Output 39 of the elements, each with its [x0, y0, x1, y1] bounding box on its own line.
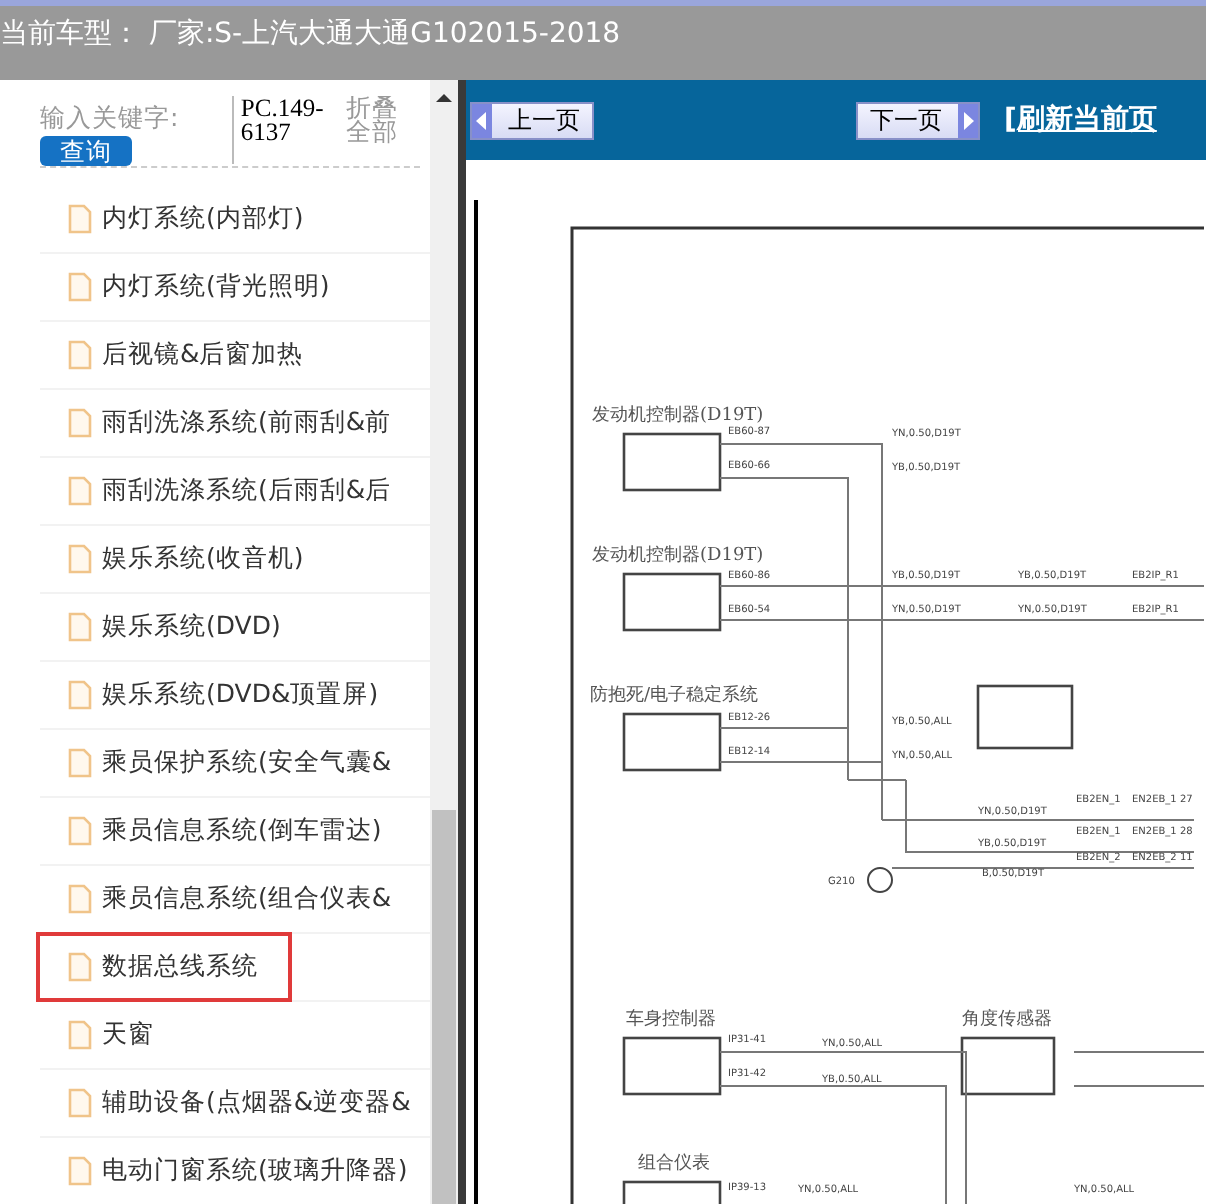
document-icon	[68, 340, 92, 370]
tree-item[interactable]: 娱乐系统(DVD)	[40, 596, 281, 658]
document-icon	[68, 204, 92, 234]
code-text: PC.149-6137	[232, 96, 335, 164]
next-page-button[interactable]: 下一页	[856, 101, 980, 139]
scrollbar-thumb[interactable]	[432, 810, 456, 1204]
tree-item[interactable]: 乘员信息系统(组合仪表&	[40, 868, 392, 930]
document-icon	[68, 612, 92, 642]
document-icon	[68, 1156, 92, 1186]
refresh-page-link[interactable]: [刷新当前页	[1004, 102, 1157, 138]
scroll-up-icon[interactable]	[436, 92, 452, 104]
tree-item[interactable]: 雨刮洗涤系统(前雨刮&前	[40, 392, 392, 454]
tree-item[interactable]: 内灯系统(内部灯)	[40, 188, 304, 250]
tree-item[interactable]: 辅助设备(点烟器&逆变器&	[40, 1072, 411, 1134]
document-icon	[68, 408, 92, 438]
document-icon	[68, 748, 92, 778]
search-button[interactable]: 查询	[40, 136, 132, 166]
previous-page-button[interactable]: 上一页	[470, 101, 594, 139]
tree-item[interactable]: 后视镜&后窗加热	[40, 324, 304, 386]
document-icon	[68, 544, 92, 574]
document-icon	[68, 816, 92, 846]
tree-item[interactable]: 电动门窗系统(玻璃升降器)	[40, 1140, 408, 1202]
document-icon	[68, 476, 92, 506]
document-icon	[68, 952, 92, 982]
document-icon	[68, 1088, 92, 1118]
tree-item[interactable]: 雨刮洗涤系统(后雨刮&后	[40, 460, 392, 522]
tree-item[interactable]: 乘员保护系统(安全气囊&	[40, 732, 392, 794]
tree-item[interactable]: 数据总线系统	[40, 936, 288, 998]
tree-item[interactable]: 乘员信息系统(倒车雷达)	[40, 800, 382, 862]
document-icon	[68, 272, 92, 302]
tree-item[interactable]: 内灯系统(背光照明)	[40, 256, 330, 318]
tree-item[interactable]: 天窗	[40, 1004, 154, 1066]
document-icon	[68, 680, 92, 710]
document-icon	[68, 1020, 92, 1050]
window-title: 当前车型： 厂家:S-上汽大通大通G102015-2018	[0, 18, 621, 50]
tree-item[interactable]: 娱乐系统(收音机)	[40, 528, 304, 590]
keyword-label: 输入关键字:	[40, 102, 181, 136]
tree-item[interactable]: 娱乐系统(DVD&顶置屏)	[40, 664, 379, 726]
document-icon	[68, 884, 92, 914]
